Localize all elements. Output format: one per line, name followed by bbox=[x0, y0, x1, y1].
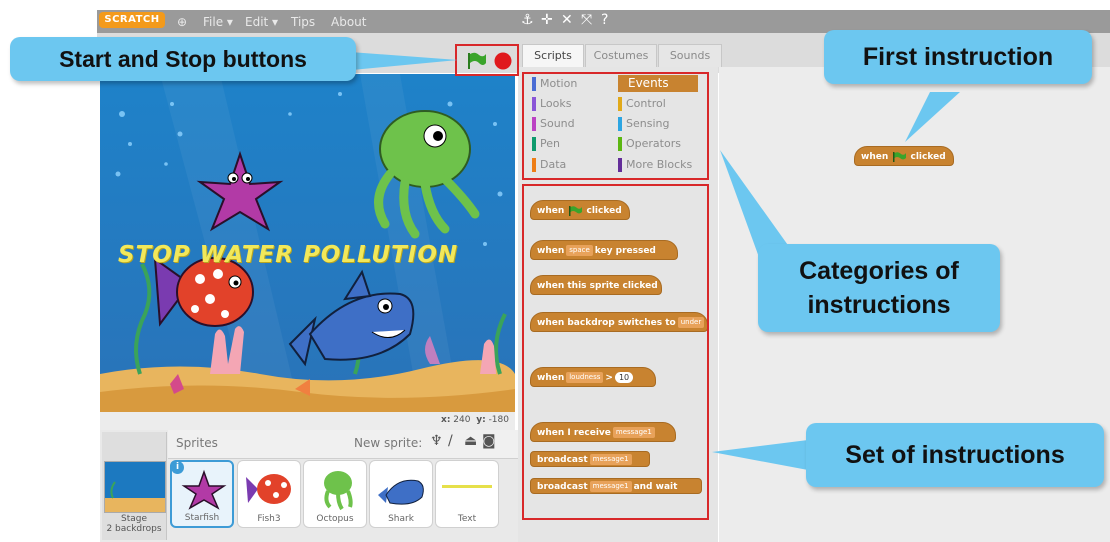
callout-categories: Categories of instructions bbox=[758, 244, 1000, 332]
callout-start-stop: Start and Stop buttons bbox=[10, 37, 356, 81]
callout-set-of-instructions: Set of instructions bbox=[806, 423, 1104, 487]
callout-first-instruction: First instruction bbox=[824, 30, 1092, 84]
